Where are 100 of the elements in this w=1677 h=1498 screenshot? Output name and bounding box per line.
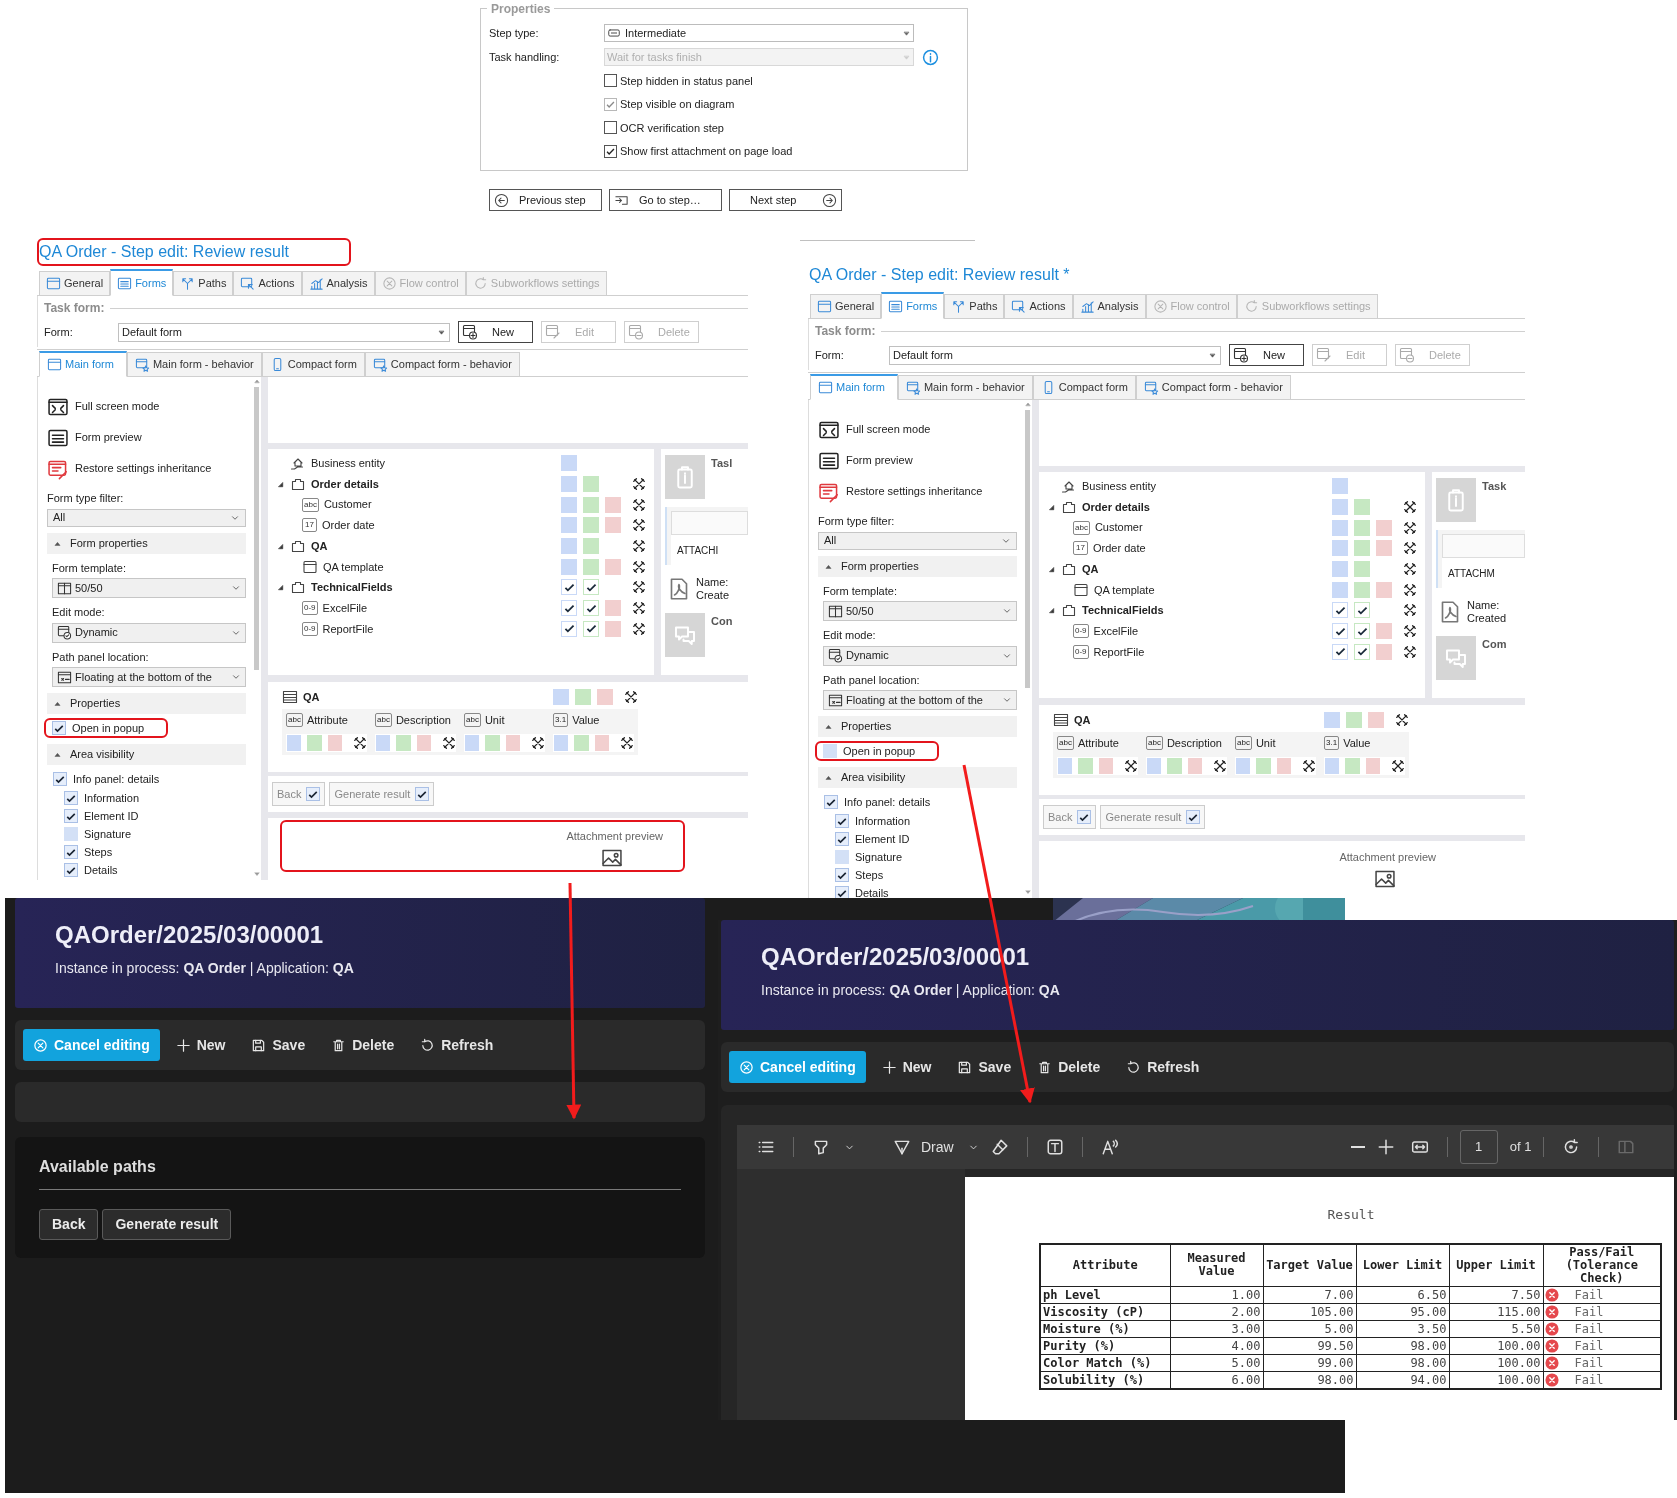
tree-item[interactable]: ReportFile [1093, 643, 1145, 661]
section-header[interactable]: Area visibility [818, 767, 1017, 788]
tree-item[interactable]: Order details [311, 475, 379, 493]
tree-item[interactable]: Order date [1093, 540, 1146, 557]
path-button[interactable]: Generate result [329, 782, 435, 806]
action-link[interactable]: Restore settings inheritance [47, 453, 246, 484]
toggle-square[interactable] [1277, 759, 1290, 773]
checkbox[interactable] [64, 809, 78, 823]
action-link[interactable]: Full screen mode [818, 414, 1017, 445]
toggle-square[interactable] [1059, 759, 1072, 773]
toggle-square[interactable] [606, 518, 620, 533]
checkbox[interactable] [52, 721, 66, 735]
toggle-square[interactable] [606, 601, 620, 616]
toggle-square[interactable] [1325, 713, 1339, 727]
action-link[interactable]: Restore settings inheritance [818, 476, 1017, 507]
form-button[interactable]: New [1229, 344, 1304, 366]
tab[interactable]: Actions [1004, 294, 1073, 318]
toggle-square[interactable] [598, 690, 612, 704]
checkbox[interactable] [64, 863, 78, 877]
tab[interactable]: Forms [110, 269, 174, 296]
tab[interactable]: Analysis [301, 271, 375, 295]
tab[interactable]: General [810, 294, 882, 318]
toggle-square[interactable] [576, 690, 590, 704]
toggle-square[interactable] [1333, 500, 1347, 515]
tree-item[interactable]: ExcelFile [1093, 622, 1139, 640]
toggle-square[interactable] [308, 736, 321, 750]
dropdown[interactable]: Floating at the bottom of the [823, 690, 1017, 710]
checkbox[interactable] [306, 787, 321, 801]
toggle-square[interactable] [1369, 713, 1383, 727]
toggle-square[interactable] [1237, 759, 1250, 773]
toolbar-button[interactable]: Refresh [410, 1029, 504, 1061]
viewer-tool[interactable]: Draw [887, 1132, 985, 1162]
toggle-square[interactable] [562, 497, 576, 512]
toggle-square[interactable] [288, 736, 301, 750]
toggle-square[interactable] [1079, 759, 1092, 773]
toggle-square[interactable] [1257, 759, 1270, 773]
toggle-square[interactable] [486, 736, 499, 750]
checkbox[interactable] [1186, 810, 1201, 824]
toggle-square[interactable] [595, 736, 608, 750]
checkbox[interactable] [64, 845, 78, 859]
tab[interactable]: Main form - behavior [126, 352, 262, 376]
checkbox[interactable] [604, 144, 617, 158]
tree-item[interactable]: ExcelFile [322, 599, 368, 617]
toggle-square[interactable] [1326, 759, 1339, 773]
checkbox[interactable] [604, 74, 617, 88]
tab[interactable]: General [39, 271, 111, 295]
toggle-square[interactable] [562, 518, 576, 533]
dropdown[interactable]: Intermediate [604, 24, 914, 42]
form-button[interactable]: New [458, 321, 533, 343]
dropdown[interactable]: 50/50 [52, 578, 246, 598]
toggle-square[interactable] [554, 690, 568, 704]
toggle-square[interactable] [555, 736, 568, 750]
tree-item[interactable]: Business entity [1082, 478, 1156, 495]
checkbox[interactable] [835, 868, 849, 882]
toggle-square[interactable] [1346, 759, 1359, 773]
filter-dropdown[interactable]: All [818, 531, 1017, 550]
tab[interactable]: Main form [39, 351, 127, 377]
toggle-square[interactable] [562, 539, 576, 554]
checkbox[interactable] [824, 795, 838, 809]
toggle-square[interactable] [575, 736, 588, 750]
checkbox[interactable] [64, 827, 78, 841]
toggle-square[interactable] [1148, 759, 1161, 773]
toggle-square[interactable] [1333, 582, 1347, 597]
info-tile[interactable] [665, 455, 705, 499]
tree-item[interactable]: TechnicalFields [1082, 602, 1164, 619]
toggle-square[interactable] [1099, 759, 1112, 773]
info-tile[interactable] [1436, 636, 1476, 680]
toggle-square[interactable] [1347, 713, 1361, 727]
checkbox[interactable] [835, 886, 849, 898]
section-header[interactable]: Form properties [818, 555, 1017, 577]
info-tile[interactable] [1436, 478, 1476, 522]
tab[interactable]: Compact form - behavior [1135, 375, 1291, 399]
toggle-square[interactable] [584, 539, 598, 554]
tree-item[interactable]: QA [1082, 560, 1099, 578]
tab[interactable]: Main form [810, 374, 898, 400]
tree-item[interactable]: Business entity [311, 455, 385, 472]
filter-dropdown[interactable]: All [47, 508, 246, 527]
toolbar-button[interactable]: Save [947, 1051, 1022, 1083]
step-button[interactable]: Next step [729, 189, 842, 211]
toggle-square[interactable] [1333, 541, 1347, 556]
toggle-square[interactable] [1355, 562, 1369, 577]
tree-item[interactable]: Customer [323, 496, 372, 513]
toggle-square[interactable] [562, 456, 576, 471]
toolbar-button[interactable]: Delete [321, 1029, 405, 1061]
toggle-square[interactable] [1168, 759, 1181, 773]
tab[interactable]: Paths [944, 294, 1005, 318]
form-dropdown[interactable]: Default form [889, 345, 1221, 365]
tree-item[interactable]: TechnicalFields [311, 579, 393, 596]
step-button[interactable]: Previous step [489, 189, 602, 211]
toggle-square[interactable] [584, 477, 598, 492]
toggle-square[interactable] [1366, 759, 1379, 773]
action-link[interactable]: Full screen mode [47, 391, 246, 422]
checkbox[interactable] [1077, 810, 1092, 824]
toggle-square[interactable] [466, 736, 479, 750]
checkbox[interactable] [415, 787, 430, 801]
toggle-square[interactable] [606, 621, 620, 636]
tab[interactable]: Forms [881, 292, 945, 319]
toggle-square[interactable] [606, 497, 620, 512]
toggle-square[interactable] [606, 559, 620, 574]
tree-item[interactable]: QA template [323, 558, 384, 576]
